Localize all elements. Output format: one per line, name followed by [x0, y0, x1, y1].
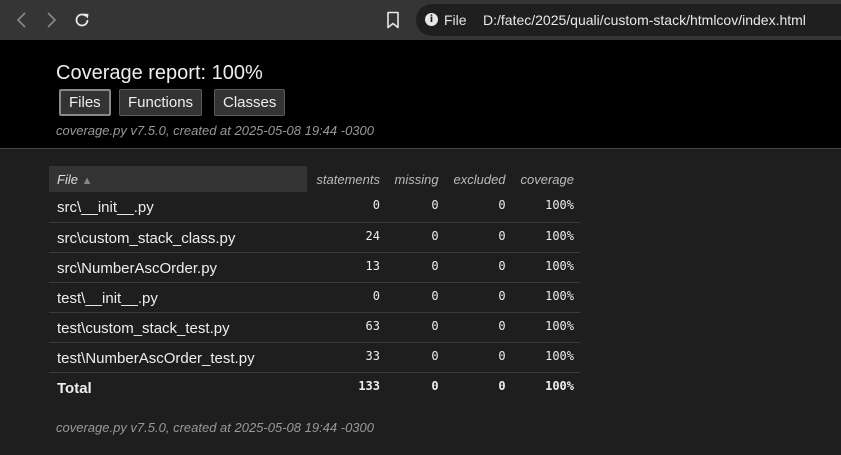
reload-button[interactable]: [71, 9, 93, 31]
table-row: test\__init__.py 0 0 0 100%: [49, 282, 580, 313]
column-header-missing[interactable]: missing: [386, 166, 445, 192]
total-excluded: 0: [498, 378, 506, 393]
excluded-value: 0: [444, 282, 512, 313]
file-link[interactable]: test\__init__.py: [49, 282, 307, 313]
missing-value: 0: [386, 282, 445, 313]
tab-functions[interactable]: Functions: [119, 89, 203, 116]
statements-value: 0: [307, 282, 386, 313]
coverage-value: 100%: [511, 342, 580, 373]
back-button[interactable]: [11, 9, 33, 31]
url-text[interactable]: D:/fatec/2025/quali/custom-stack/htmlcov…: [483, 12, 806, 28]
file-link[interactable]: src\NumberAscOrder.py: [49, 252, 307, 283]
tab-classes[interactable]: Classes: [214, 89, 286, 116]
column-header-file-label: File: [57, 171, 78, 187]
table-header-row: File ▲ statements missing excluded cover…: [49, 166, 580, 192]
address-bar[interactable]: i File D:/fatec/2025/quali/custom-stack/…: [416, 4, 841, 36]
table-row: src\__init__.py 0 0 0 100%: [49, 192, 580, 223]
excluded-value: 0: [444, 312, 512, 343]
forward-button[interactable]: [40, 9, 62, 31]
missing-value: 0: [386, 252, 445, 283]
browser-toolbar: i File D:/fatec/2025/quali/custom-stack/…: [0, 0, 841, 40]
excluded-value: 0: [444, 222, 512, 253]
missing-value: 0: [386, 192, 445, 223]
bookmark-icon: [387, 11, 399, 29]
file-link[interactable]: test\custom_stack_test.py: [49, 312, 307, 343]
chevron-left-icon: [16, 12, 26, 28]
coverage-value: 100%: [511, 222, 580, 253]
table-row: test\custom_stack_test.py 63 0 0 100%: [49, 312, 580, 343]
missing-value: 0: [386, 312, 445, 343]
missing-value: 0: [386, 222, 445, 253]
table-row: src\custom_stack_class.py 24 0 0 100%: [49, 222, 580, 253]
column-header-coverage[interactable]: coverage: [512, 166, 580, 192]
chevron-right-icon: [47, 12, 57, 28]
file-link[interactable]: src\__init__.py: [49, 192, 307, 223]
bookmark-button[interactable]: [382, 9, 404, 31]
coverage-value: 100%: [511, 282, 580, 313]
statements-value: 24: [307, 222, 386, 253]
file-link[interactable]: test\NumberAscOrder_test.py: [49, 342, 307, 373]
table-row: src\NumberAscOrder.py 13 0 0 100%: [49, 252, 580, 283]
sort-ascending-icon: ▲: [81, 174, 93, 187]
total-row: Total 133 0 0 100%: [49, 372, 580, 402]
reload-icon: [75, 13, 89, 27]
column-header-statements[interactable]: statements: [307, 166, 386, 192]
excluded-value: 0: [444, 192, 512, 223]
info-icon[interactable]: i: [425, 13, 438, 26]
coverage-value: 100%: [511, 192, 580, 223]
excluded-value: 0: [444, 252, 512, 283]
created-info: coverage.py v7.5.0, created at 2025-05-0…: [56, 123, 374, 138]
tab-files[interactable]: Files: [59, 89, 111, 116]
coverage-header: Coverage report: 100% Files Functions Cl…: [0, 40, 841, 149]
total-label: Total: [57, 379, 92, 397]
statements-value: 0: [307, 192, 386, 223]
coverage-value: 100%: [511, 312, 580, 343]
total-missing: 0: [431, 378, 439, 393]
excluded-value: 0: [444, 342, 512, 373]
site-scheme-label[interactable]: File: [444, 12, 467, 28]
total-statements: 133: [358, 378, 380, 393]
created-footer: coverage.py v7.5.0, created at 2025-05-0…: [56, 420, 374, 435]
column-header-excluded[interactable]: excluded: [445, 166, 512, 192]
page-title: Coverage report: 100%: [56, 62, 263, 84]
coverage-table: File ▲ statements missing excluded cover…: [49, 166, 580, 402]
total-coverage: 100%: [545, 378, 574, 393]
table-row: test\NumberAscOrder_test.py 33 0 0 100%: [49, 342, 580, 373]
statements-value: 63: [307, 312, 386, 343]
column-header-file[interactable]: File ▲: [49, 166, 307, 192]
statements-value: 33: [307, 342, 386, 373]
coverage-value: 100%: [511, 252, 580, 283]
file-link[interactable]: src\custom_stack_class.py: [49, 222, 307, 253]
statements-value: 13: [307, 252, 386, 283]
missing-value: 0: [386, 342, 445, 373]
